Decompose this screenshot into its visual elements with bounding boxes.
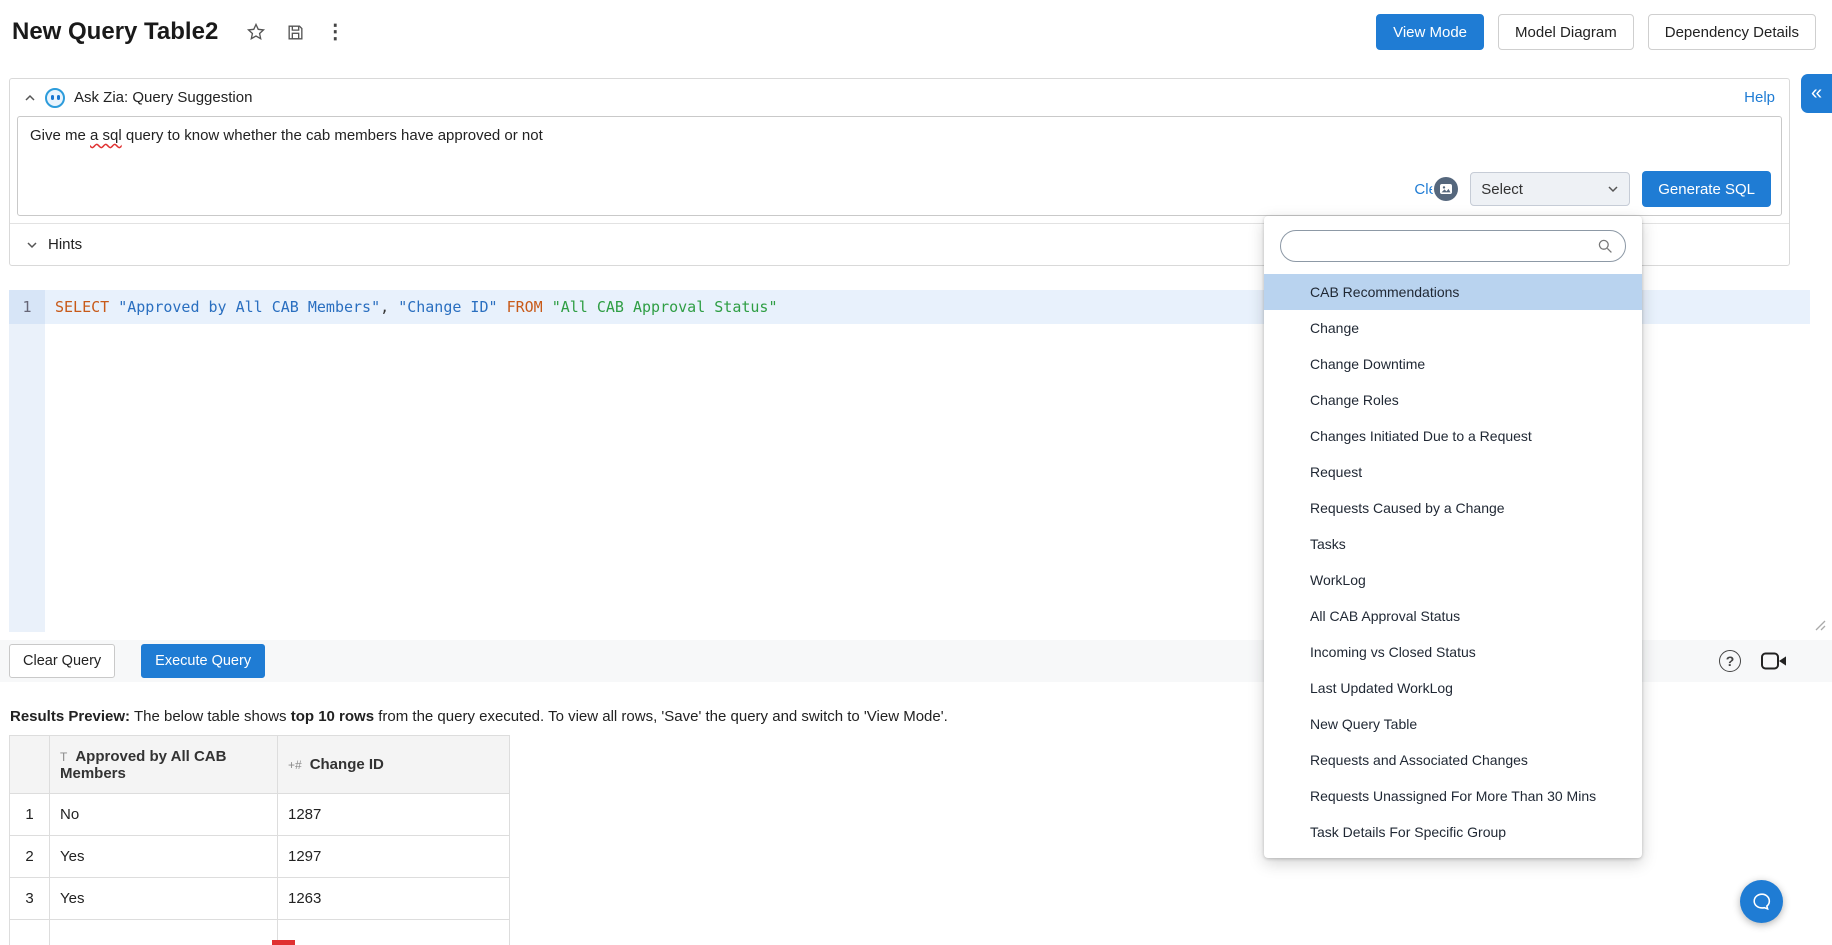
dropdown-item[interactable]: Tasks bbox=[1264, 526, 1642, 562]
table-cell: No bbox=[50, 794, 278, 836]
row-number: 3 bbox=[10, 878, 50, 920]
table-cell bbox=[50, 920, 278, 945]
results-tbody: 1No12872Yes12973Yes1263 bbox=[10, 794, 510, 945]
insert-image-icon[interactable] bbox=[1434, 177, 1458, 201]
collapse-panel-button[interactable]: « bbox=[1801, 74, 1832, 113]
dropdown-item[interactable]: WorkLog bbox=[1264, 562, 1642, 598]
dropdown-item[interactable]: Change Downtime bbox=[1264, 346, 1642, 382]
red-marker bbox=[272, 940, 295, 945]
code-token: "All CAB Approval Status" bbox=[552, 298, 778, 316]
table-cell: Yes bbox=[50, 878, 278, 920]
table-select-value: Select bbox=[1481, 181, 1523, 198]
prompt-text-misspelled: a sql bbox=[90, 127, 122, 144]
dropdown-item[interactable]: Last Updated WorkLog bbox=[1264, 670, 1642, 706]
code-token bbox=[498, 298, 507, 316]
header-actions: View Mode Model Diagram Dependency Detai… bbox=[1376, 14, 1816, 50]
line-number: 1 bbox=[9, 290, 45, 324]
help-link[interactable]: Help bbox=[1744, 89, 1775, 106]
save-icon[interactable] bbox=[286, 23, 305, 42]
dropdown-item[interactable]: Requests Caused by a Change bbox=[1264, 490, 1642, 526]
table-dropdown-panel: CAB RecommendationsChangeChange Downtime… bbox=[1264, 216, 1642, 858]
chevron-down-icon bbox=[1607, 185, 1619, 193]
chat-icon bbox=[1751, 891, 1773, 913]
dropdown-item[interactable]: Change bbox=[1264, 310, 1642, 346]
number-type-icon: +# bbox=[288, 758, 302, 772]
dropdown-item[interactable]: Incoming vs Closed Status bbox=[1264, 634, 1642, 670]
hints-label: Hints bbox=[48, 236, 82, 253]
table-cell: Yes bbox=[50, 836, 278, 878]
column-header: +# Change ID bbox=[278, 736, 510, 794]
results-intro-text: from the query executed. To view all row… bbox=[374, 708, 948, 725]
model-diagram-button[interactable]: Model Diagram bbox=[1498, 14, 1634, 50]
table-row-partial bbox=[10, 920, 510, 945]
dropdown-item[interactable]: Request bbox=[1264, 454, 1642, 490]
zia-icon bbox=[45, 88, 65, 108]
table-row: 1No1287 bbox=[10, 794, 510, 836]
table-cell: 1287 bbox=[278, 794, 510, 836]
generate-sql-button[interactable]: Generate SQL bbox=[1642, 171, 1771, 207]
resize-handle-icon[interactable] bbox=[1815, 618, 1826, 636]
dropdown-search-box bbox=[1280, 230, 1626, 262]
column-header: TApproved by All CAB Members bbox=[50, 736, 278, 794]
row-number: 2 bbox=[10, 836, 50, 878]
table-cell bbox=[10, 920, 50, 945]
table-cell: 1297 bbox=[278, 836, 510, 878]
results-intro-bold: top 10 rows bbox=[291, 708, 374, 725]
clear-query-button[interactable]: Clear Query bbox=[9, 644, 115, 678]
code-token: "Change ID" bbox=[398, 298, 497, 316]
search-icon bbox=[1597, 238, 1613, 254]
dropdown-item[interactable]: Requests Unassigned For More Than 30 Min… bbox=[1264, 778, 1642, 814]
star-icon[interactable] bbox=[246, 22, 266, 42]
dropdown-item[interactable]: CAB Recommendations bbox=[1264, 274, 1642, 310]
column-label: Approved by All CAB Members bbox=[60, 748, 226, 782]
table-select-dropdown[interactable]: Select bbox=[1470, 172, 1630, 206]
double-chevron-left-icon: « bbox=[1811, 82, 1822, 105]
code-line-content: SELECT "Approved by All CAB Members", "C… bbox=[45, 298, 778, 316]
text-type-icon: T bbox=[60, 750, 67, 764]
table-row: 3Yes1263 bbox=[10, 878, 510, 920]
collapse-section-icon[interactable] bbox=[24, 94, 36, 102]
ask-zia-header: Ask Zia: Query Suggestion Help bbox=[10, 79, 1789, 116]
rownum-header bbox=[10, 736, 50, 794]
title-icons: ⋮ bbox=[246, 22, 345, 42]
table-list: CAB RecommendationsChangeChange Downtime… bbox=[1264, 274, 1642, 850]
results-table: TApproved by All CAB Members +# Change ID… bbox=[9, 735, 510, 945]
dropdown-item[interactable]: Task Details For Specific Group bbox=[1264, 814, 1642, 850]
ask-zia-title: Ask Zia: Query Suggestion bbox=[74, 89, 252, 106]
chat-fab[interactable] bbox=[1740, 880, 1783, 923]
table-header-row: TApproved by All CAB Members +# Change ID bbox=[10, 736, 510, 794]
table-cell bbox=[278, 920, 510, 945]
dropdown-item[interactable]: Requests and Associated Changes bbox=[1264, 742, 1642, 778]
prompt-text: Give me bbox=[30, 127, 90, 144]
dropdown-item[interactable]: All CAB Approval Status bbox=[1264, 598, 1642, 634]
view-mode-button[interactable]: View Mode bbox=[1376, 14, 1484, 50]
table-row: 2Yes1297 bbox=[10, 836, 510, 878]
chevron-down-icon bbox=[26, 241, 38, 249]
top-header: New Query Table2 ⋮ View Mode Model Diagr… bbox=[0, 0, 1832, 64]
prompt-text: query to know whether the cab members ha… bbox=[122, 127, 543, 144]
table-cell: 1263 bbox=[278, 878, 510, 920]
dropdown-item[interactable]: New Query Table bbox=[1264, 706, 1642, 742]
page-title: New Query Table2 bbox=[12, 18, 218, 46]
strip-icons: ? bbox=[1719, 650, 1787, 672]
video-icon[interactable] bbox=[1761, 652, 1787, 670]
dependency-details-button[interactable]: Dependency Details bbox=[1648, 14, 1816, 50]
code-token: "Approved by All CAB Members" bbox=[118, 298, 380, 316]
editor-gutter bbox=[9, 290, 45, 632]
column-label: Change ID bbox=[310, 756, 384, 773]
code-token: , bbox=[380, 298, 398, 316]
results-label: Results Preview: bbox=[10, 708, 130, 725]
zia-controls: Clear Select Generate SQL bbox=[1414, 171, 1771, 207]
more-options-icon[interactable]: ⋮ bbox=[325, 22, 345, 42]
help-icon[interactable]: ? bbox=[1719, 650, 1741, 672]
row-number: 1 bbox=[10, 794, 50, 836]
code-token: FROM bbox=[507, 298, 552, 316]
code-token: SELECT bbox=[55, 298, 118, 316]
execute-query-button[interactable]: Execute Query bbox=[141, 644, 265, 678]
results-intro-text: The below table shows bbox=[130, 708, 291, 725]
search-input[interactable] bbox=[1293, 238, 1597, 254]
dropdown-item[interactable]: Change Roles bbox=[1264, 382, 1642, 418]
dropdown-item[interactable]: Changes Initiated Due to a Request bbox=[1264, 418, 1642, 454]
query-prompt-input[interactable]: Give me a sql query to know whether the … bbox=[17, 116, 1782, 216]
